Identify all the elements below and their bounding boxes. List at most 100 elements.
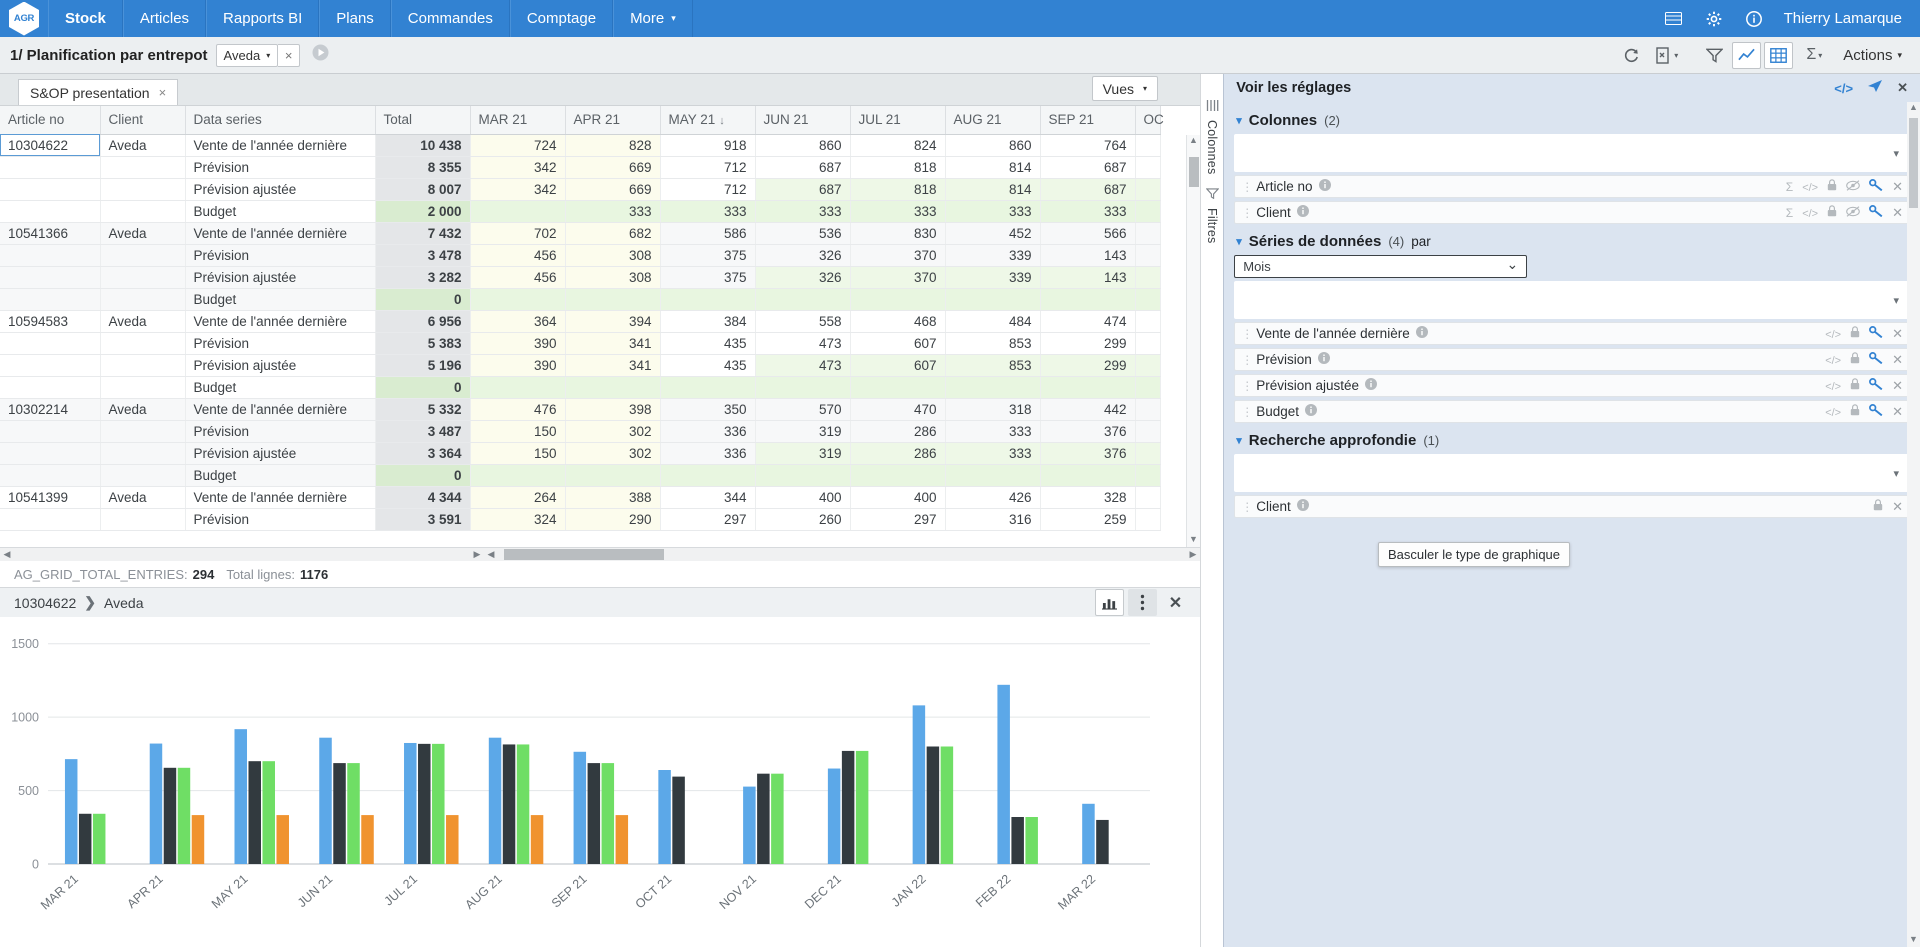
cell-value[interactable]: 297 [659, 508, 756, 531]
grid-view-button[interactable] [1764, 41, 1794, 69]
cell-value[interactable]: 712 [659, 178, 756, 201]
cell-value[interactable] [565, 288, 661, 311]
link-icon[interactable] [1869, 378, 1883, 393]
chart-bar[interactable] [658, 770, 671, 864]
cell-client[interactable]: Aveda [100, 398, 186, 421]
funnel-icon[interactable] [1205, 188, 1220, 202]
chart-bar[interactable] [601, 763, 615, 864]
cell-total[interactable]: 7 432 [375, 222, 471, 245]
cell-total[interactable]: 0 [375, 376, 471, 399]
cell-total[interactable]: 0 [375, 288, 471, 311]
table-row[interactable]: Prévision 3 478 456 308 375 326 370 339 143 [0, 244, 1161, 267]
chart-bar[interactable] [333, 763, 346, 864]
chart-bar[interactable] [319, 737, 332, 864]
hide-icon[interactable] [1846, 179, 1860, 194]
cell-data-series[interactable]: Prévision [185, 420, 376, 443]
info-icon[interactable] [1734, 0, 1774, 37]
cell-total[interactable]: 5 196 [375, 354, 471, 377]
settings-field-row[interactable]: ⋮ Prévision ajustée </> ✕ [1234, 374, 1910, 397]
cell-client[interactable] [100, 244, 186, 267]
cell-value[interactable] [659, 376, 756, 399]
x-icon[interactable]: ✕ [1892, 179, 1903, 195]
scroll-up-arrow[interactable]: ▲ [1187, 135, 1200, 148]
chevron-down-icon[interactable]: ▾ [1236, 434, 1242, 447]
cell-value[interactable]: 333 [754, 200, 851, 223]
code-icon[interactable]: </> [1825, 327, 1841, 341]
cell-client[interactable] [100, 420, 186, 443]
cell-client[interactable] [100, 200, 186, 223]
cell-value[interactable]: 308 [565, 266, 661, 289]
cell-client[interactable] [100, 508, 186, 531]
cell-value[interactable]: 333 [1040, 200, 1136, 223]
x-icon[interactable]: ✕ [1892, 352, 1903, 368]
cell-value[interactable]: 259 [1040, 508, 1136, 531]
cell-value[interactable]: 324 [470, 508, 566, 531]
close-chart-button[interactable]: ✕ [1161, 589, 1190, 616]
cell-value[interactable]: 764 [1040, 134, 1136, 157]
scroll-down-arrow[interactable]: ▼ [1907, 934, 1920, 947]
cell-value[interactable]: 319 [754, 442, 851, 465]
cell-value[interactable] [565, 464, 661, 487]
cell-total[interactable]: 3 478 [375, 244, 471, 267]
table-row[interactable]: Budget 2 000 333 333 333 333 333 333 [0, 200, 1161, 223]
cell-article-no[interactable] [0, 508, 101, 531]
cell-client[interactable]: Aveda [100, 222, 186, 245]
chart-bar[interactable] [672, 776, 685, 864]
cell-total[interactable]: 3 364 [375, 442, 471, 465]
scroll-thumb[interactable] [1909, 118, 1918, 208]
chart-menu-button[interactable] [1128, 589, 1157, 616]
info-icon[interactable] [1296, 499, 1309, 514]
cell-value[interactable]: 687 [754, 178, 851, 201]
cell-article-no[interactable] [0, 332, 101, 355]
chart-bar[interactable] [163, 767, 177, 864]
cell-value[interactable]: 814 [945, 156, 1041, 179]
col-header-aug-21[interactable]: AUG 21 [945, 106, 1041, 135]
cell-total[interactable]: 3 282 [375, 266, 471, 289]
lock-icon[interactable] [1850, 326, 1860, 341]
info-icon[interactable] [1318, 179, 1331, 194]
cell-value[interactable]: 333 [945, 200, 1041, 223]
cell-value[interactable] [1135, 376, 1161, 399]
col-header-jul-21[interactable]: JUL 21 [850, 106, 946, 135]
actions-menu-button[interactable]: Actions ▾ [1835, 47, 1910, 64]
app-logo[interactable]: AGR [0, 0, 48, 37]
cell-client[interactable] [100, 178, 186, 201]
cell-value[interactable] [1135, 420, 1161, 443]
cell-value[interactable] [659, 464, 756, 487]
link-icon[interactable] [1869, 352, 1883, 367]
chart-bar[interactable] [855, 750, 869, 864]
lock-icon[interactable] [1827, 205, 1837, 220]
cell-value[interactable]: 302 [565, 442, 661, 465]
nav-item-stock[interactable]: Stock [48, 0, 123, 37]
table-row[interactable]: 10541366 Aveda Vente de l'année dernière 7 … [0, 222, 1161, 245]
hscroll-left-arrow[interactable]: ◀ [484, 549, 498, 560]
cell-total[interactable]: 10 438 [375, 134, 471, 157]
cell-value[interactable] [1135, 244, 1161, 267]
col-header-client[interactable]: Client [100, 106, 186, 135]
chart-bar[interactable] [771, 773, 784, 864]
chart-bar[interactable] [488, 737, 502, 864]
cell-value[interactable]: 376 [1040, 420, 1136, 443]
cell-client[interactable] [100, 156, 186, 179]
chart-bar[interactable] [78, 813, 92, 864]
chart-bar[interactable] [92, 813, 106, 864]
cell-value[interactable] [945, 376, 1041, 399]
cell-data-series[interactable]: Budget [185, 200, 376, 223]
cell-client[interactable]: Aveda [100, 310, 186, 333]
cell-value[interactable]: 435 [659, 332, 756, 355]
cell-value[interactable]: 473 [754, 354, 851, 377]
cell-value[interactable]: 328 [1040, 486, 1136, 509]
cell-value[interactable]: 376 [1040, 442, 1136, 465]
cell-value[interactable]: 150 [470, 420, 566, 443]
cell-article-no[interactable] [0, 464, 101, 487]
cell-value[interactable]: 319 [754, 420, 851, 443]
tab-sop-presentation[interactable]: S&OP presentation × [18, 79, 179, 105]
cell-total[interactable]: 6 956 [375, 310, 471, 333]
table-row[interactable]: Prévision 8 355 342 669 712 687 818 814 687 [0, 156, 1161, 179]
settings-field-row[interactable]: ⋮ Client Σ </> ✕ [1234, 201, 1910, 224]
chart-bar[interactable] [516, 744, 530, 864]
cell-data-series[interactable]: Vente de l'année dernière [185, 486, 376, 509]
cell-value[interactable]: 398 [565, 398, 661, 421]
cell-value[interactable] [659, 288, 756, 311]
info-icon[interactable] [1317, 352, 1330, 367]
